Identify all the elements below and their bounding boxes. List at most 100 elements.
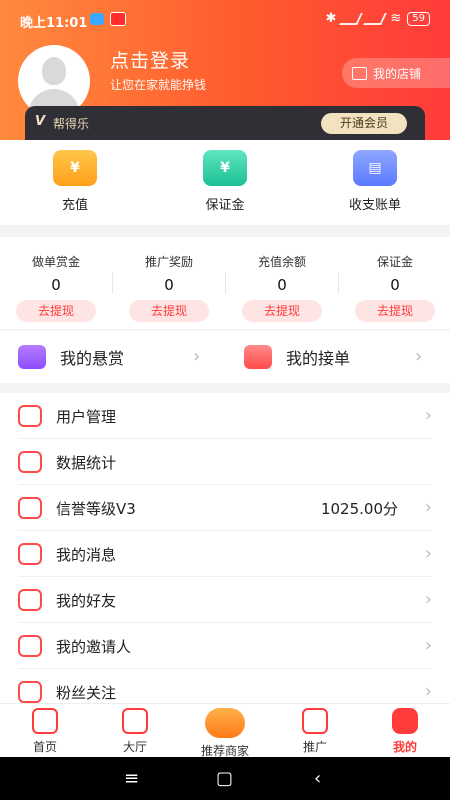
bottom-nav: 首页 大厅 推荐商家 推广 我的	[0, 703, 450, 759]
menu-item-credit-level[interactable]: 信誉等级V3 1025.00分 ›	[0, 485, 450, 531]
avatar-head	[42, 57, 66, 85]
stat-title: 做单赏金	[31, 255, 80, 269]
login-title[interactable]: 点击登录	[110, 46, 190, 73]
menu-item-friends[interactable]: 我的好友 ›	[0, 577, 450, 623]
stat-deposit: 保证金 0 去提现	[339, 253, 450, 322]
withdraw-button[interactable]: 去提现	[129, 300, 209, 322]
tab-label: 大厅	[122, 740, 147, 754]
quick-functions: ¥ 充值 ¥ 保证金 ▤ 收支账单	[0, 140, 450, 225]
users-icon	[18, 405, 42, 427]
document-icon	[122, 708, 148, 734]
open-vip-button[interactable]: 开通会员	[321, 113, 407, 134]
menu-item-messages[interactable]: 我的消息 ›	[0, 531, 450, 577]
chevron-right-icon: ›	[424, 635, 432, 656]
shield-yen-icon: ¥	[203, 150, 247, 186]
stat-promotion-reward: 推广奖励 0 去提现	[113, 253, 225, 322]
stat-title: 推广奖励	[144, 255, 193, 269]
menu-item-label: 信誉等级V3	[56, 500, 136, 518]
tab-hall[interactable]: 大厅	[90, 708, 180, 755]
withdraw-button[interactable]: 去提现	[16, 300, 96, 322]
my-bounty-label: 我的悬赏	[60, 349, 125, 368]
profile-icon	[392, 708, 418, 734]
shield-check-icon	[18, 451, 42, 473]
message-notification-icon	[90, 13, 104, 25]
menu-item-inviter[interactable]: 我的邀请人 ›	[0, 623, 450, 669]
tab-label: 我的	[392, 740, 417, 754]
signal-icon	[339, 12, 364, 25]
tab-mine[interactable]: 我的	[360, 708, 450, 755]
tab-recommended-merchants[interactable]: 推荐商家	[180, 708, 270, 759]
stat-divider	[225, 272, 226, 294]
friends-icon	[18, 589, 42, 611]
menu-item-label: 用户管理	[56, 408, 117, 426]
bill-button[interactable]: ▤ 收支账单	[325, 150, 425, 213]
bill-label: 收支账单	[348, 198, 401, 213]
stat-task-reward: 做单赏金 0 去提现	[0, 253, 112, 322]
signal-icon-2	[363, 12, 388, 25]
stat-value: 0	[164, 276, 174, 294]
my-shop-button[interactable]: 我的店铺	[342, 58, 450, 88]
chat-bubble-icon	[18, 543, 42, 565]
menu-icon[interactable]: ≡	[124, 768, 139, 789]
bluetooth-icon: ✱	[325, 11, 337, 26]
inviter-icon	[18, 635, 42, 657]
system-nav-bar: ≡ ▢ ‹	[0, 757, 450, 800]
status-bar: 晚上11:01 ✱ ≋ 59	[0, 0, 450, 40]
deposit-button[interactable]: ¥ 保证金	[175, 150, 275, 213]
menu-item-statistics[interactable]: 数据统计	[0, 439, 450, 485]
my-shop-label: 我的店铺	[373, 66, 422, 81]
vip-bar: V 帮得乐 开通会员	[25, 106, 425, 140]
status-time: 晚上11:01	[20, 16, 88, 31]
cube-icon	[302, 708, 328, 734]
status-right: ✱ ≋ 59	[325, 11, 430, 26]
stat-recharge-balance: 充值余额 0 去提现	[226, 253, 338, 322]
menu-item-label: 我的消息	[56, 546, 117, 564]
bill-icon: ▤	[353, 150, 397, 186]
menu-item-fans[interactable]: 粉丝关注 ›	[0, 669, 450, 703]
tab-promotion[interactable]: 推广	[270, 708, 360, 755]
login-subtitle: 让您在家就能挣钱	[110, 78, 207, 92]
vip-logo: V	[35, 114, 46, 129]
stat-value: 0	[390, 276, 400, 294]
tab-label: 推广	[302, 740, 327, 754]
chevron-right-icon: ›	[193, 346, 201, 367]
withdraw-button[interactable]: 去提现	[242, 300, 322, 322]
stat-title: 充值余额	[257, 255, 306, 269]
fans-icon	[18, 681, 42, 703]
bounty-section: 我的悬赏 › 我的接单 ›	[0, 331, 450, 383]
recharge-label: 充值	[61, 198, 88, 213]
app-notification-icon	[110, 12, 126, 26]
battery-indicator: 59	[407, 11, 430, 26]
menu-item-label: 数据统计	[56, 454, 117, 472]
chevron-right-icon: ›	[424, 497, 432, 518]
menu-item-label: 粉丝关注	[56, 684, 117, 702]
tab-home[interactable]: 首页	[0, 708, 90, 755]
chevron-right-icon: ›	[424, 681, 432, 702]
chevron-right-icon: ›	[424, 543, 432, 564]
my-orders-label: 我的接单	[286, 349, 351, 368]
withdraw-button[interactable]: 去提现	[355, 300, 435, 322]
home-square-icon[interactable]: ▢	[216, 768, 233, 789]
order-check-icon	[244, 345, 272, 369]
store-icon	[352, 66, 367, 80]
wifi-icon: ≋	[390, 11, 402, 26]
recharge-button[interactable]: ¥ 充值	[25, 150, 125, 213]
stat-title: 保证金	[376, 255, 413, 269]
stat-divider	[112, 272, 113, 294]
my-orders-button[interactable]: 我的接单	[244, 345, 350, 369]
edit-note-icon	[18, 345, 46, 369]
credit-score: 1025.00分	[320, 500, 398, 518]
my-bounty-button[interactable]: 我的悬赏	[18, 345, 124, 369]
chevron-right-icon: ›	[424, 405, 432, 426]
vip-brand: 帮得乐	[53, 117, 90, 131]
merchant-icon	[205, 708, 245, 738]
back-icon[interactable]: ‹	[314, 768, 321, 789]
menu-item-label: 我的好友	[56, 592, 117, 610]
stat-value: 0	[277, 276, 287, 294]
chevron-right-icon: ›	[415, 346, 423, 367]
menu-list: 用户管理 › 数据统计 信誉等级V3 1025.00分 › 我的消息 › 我的好…	[0, 393, 450, 703]
stat-divider	[338, 272, 339, 294]
menu-item-user-management[interactable]: 用户管理 ›	[0, 393, 450, 439]
chevron-right-icon: ›	[424, 589, 432, 610]
home-icon	[32, 708, 58, 734]
